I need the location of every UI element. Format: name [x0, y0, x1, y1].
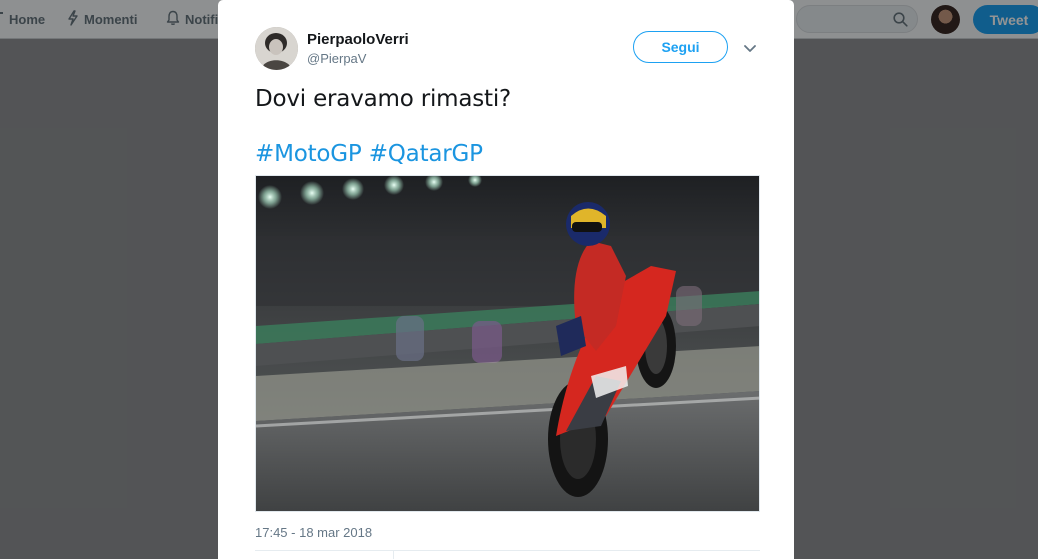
author-name[interactable]: PierpaoloVerri	[307, 31, 409, 48]
tweet-modal: PierpaoloVerri @PierpaV Segui Dovi erava…	[218, 0, 794, 559]
divider	[255, 550, 760, 551]
tweet-hashtags: #MotoGP #QatarGP	[255, 141, 483, 167]
hashtag-link[interactable]: #QatarGP	[369, 141, 483, 167]
chevron-down-icon[interactable]	[744, 40, 756, 58]
divider	[393, 551, 394, 559]
follow-button[interactable]: Segui	[633, 31, 728, 63]
author-avatar[interactable]	[255, 27, 298, 70]
tweet-timestamp[interactable]: 17:45 - 18 mar 2018	[255, 525, 372, 540]
tweet-text: Dovi eravamo rimasti?	[255, 86, 512, 112]
motorcycle-wheelie-photo	[256, 176, 759, 511]
hashtag-link[interactable]: #MotoGP	[255, 141, 362, 167]
tweet-photo[interactable]	[255, 175, 760, 512]
author-handle[interactable]: @PierpaV	[307, 51, 366, 66]
